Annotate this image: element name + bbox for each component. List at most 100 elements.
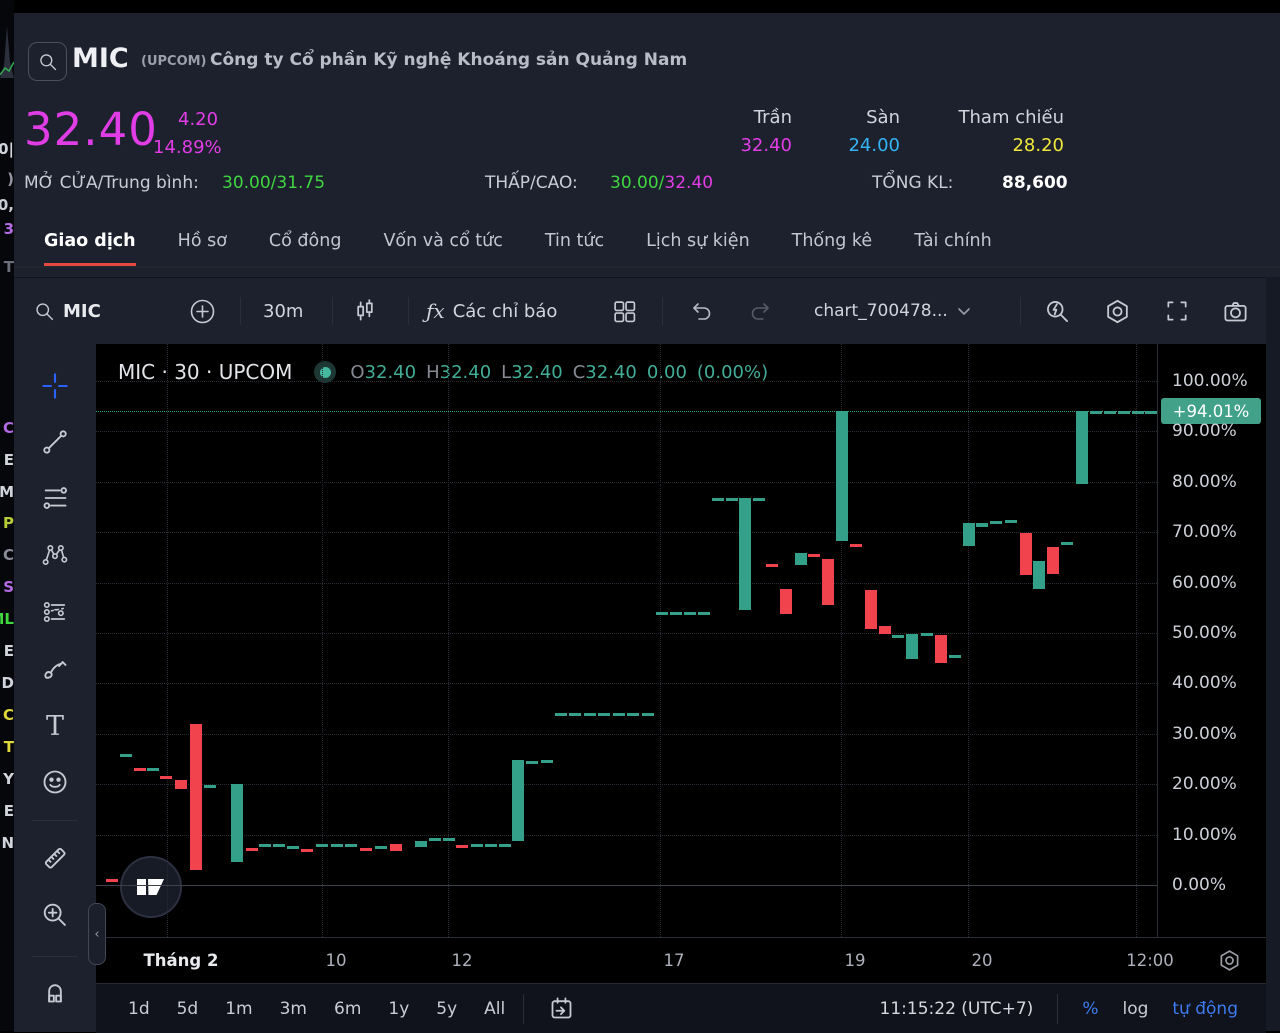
ceiling-label: Trần	[672, 107, 792, 128]
chart-plot-area[interactable]: MIC · 30 · UPCOM O32.40H32.40L32.40C32.4…	[96, 344, 1157, 937]
brush-tool[interactable]	[41, 655, 69, 683]
fib-retracement-tool[interactable]	[41, 484, 69, 512]
open-avg-label: MỞ CỬA/Trung bình:	[24, 173, 199, 193]
candle	[301, 849, 313, 852]
layout-grid-button[interactable]	[612, 278, 637, 344]
ceiling-value: 32.40	[672, 135, 792, 156]
candle	[584, 713, 596, 716]
chart-bottom-bar: 1d 5d 1m 3m 6m 1y 5y All 11:15:22 (UTC+7) % log…	[96, 983, 1266, 1033]
current-price-badge: +94.01%	[1161, 398, 1261, 424]
chart-toolbar: MIC 30m ƒx Các chỉ báo	[14, 278, 1266, 344]
h-gridline	[96, 835, 1157, 836]
sidebar-collapse-handle[interactable]: ‹	[88, 903, 106, 965]
crosshair-tool[interactable]	[41, 372, 69, 400]
range-button-5d[interactable]: 5d	[177, 999, 199, 1019]
tab-Giao dịch[interactable]: Giao dịch	[44, 223, 136, 266]
emoji-tool[interactable]	[41, 768, 69, 796]
time-axis-settings-button[interactable]	[1217, 948, 1242, 977]
chart-layout-name-button[interactable]: chart_700478...	[814, 278, 972, 344]
range-button-All[interactable]: All	[484, 999, 505, 1019]
time-axis[interactable]: Tháng 2101217192012:00	[96, 937, 1266, 984]
go-to-date-button[interactable]	[548, 995, 575, 1026]
prediction-tool[interactable]	[41, 598, 69, 626]
toolbar-separator	[662, 297, 663, 325]
toolbar-symbol-button[interactable]: MIC	[34, 278, 101, 344]
zoom-in-tool[interactable]	[41, 901, 69, 929]
candle	[134, 768, 146, 771]
candle	[739, 498, 751, 610]
fullscreen-button[interactable]	[1164, 278, 1190, 344]
interval-label: 30m	[263, 301, 303, 322]
range-button-1m[interactable]: 1m	[225, 999, 252, 1019]
symbol-search-button[interactable]	[28, 42, 67, 81]
toolbar-separator	[408, 297, 409, 325]
market-status-dot[interactable]	[314, 361, 336, 383]
tab-Vốn và cổ tức[interactable]: Vốn và cổ tức	[383, 223, 502, 266]
candle	[1033, 561, 1045, 589]
cutoff-watchlist-text: Y	[3, 770, 14, 788]
price-axis-label: 50.00%	[1172, 623, 1237, 643]
tradingview-watermark-logo[interactable]	[120, 856, 182, 918]
price-axis-label: 100.00%	[1172, 371, 1248, 391]
low-high-label: THẤP/CAO:	[485, 173, 578, 193]
tab-Hồ sơ[interactable]: Hồ sơ	[178, 223, 227, 266]
v-gridline	[968, 344, 969, 937]
redo-button[interactable]	[748, 278, 774, 344]
quick-search-button[interactable]	[1044, 278, 1071, 344]
volume-value: 88,600	[1002, 173, 1068, 193]
chart-widget: MIC 30m ƒx Các chỉ báo	[14, 277, 1266, 1032]
tab-Tài chính[interactable]: Tài chính	[914, 223, 992, 266]
compare-add-button[interactable]	[189, 278, 216, 344]
text-tool[interactable]: T	[41, 712, 69, 740]
symbol-name: MIC	[72, 43, 129, 74]
chart-style-button[interactable]	[352, 278, 378, 344]
log-scale-button[interactable]: log	[1122, 999, 1148, 1019]
tab-Thống kê[interactable]: Thống kê	[792, 223, 873, 266]
open-avg-value: 30.00/31.75	[222, 173, 325, 193]
price-axis-label: 70.00%	[1172, 522, 1237, 542]
indicators-button[interactable]: ƒx Các chỉ báo	[426, 278, 557, 344]
trend-line-tool[interactable]	[41, 428, 69, 456]
undo-button[interactable]	[688, 278, 714, 344]
mini-sparkline	[0, 18, 14, 78]
undo-icon	[688, 299, 714, 323]
percent-scale-button[interactable]: %	[1082, 999, 1098, 1019]
tab-Lịch sự kiện[interactable]: Lịch sự kiện	[646, 223, 750, 266]
fx-icon: ƒx	[426, 299, 445, 323]
range-button-1y[interactable]: 1y	[388, 999, 409, 1019]
settings-button[interactable]	[1104, 278, 1131, 344]
candle	[175, 780, 187, 789]
interval-button[interactable]: 30m	[263, 278, 303, 344]
range-button-6m[interactable]: 6m	[334, 999, 361, 1019]
candle	[231, 784, 243, 862]
range-button-1d[interactable]: 1d	[128, 999, 150, 1019]
price-axis-label: 10.00%	[1172, 825, 1237, 845]
candlestick-icon	[352, 298, 378, 324]
measure-tool[interactable]	[41, 844, 69, 872]
price-axis[interactable]: +94.01% 100.00%90.00%80.00%70.00%60.00%5…	[1157, 344, 1267, 937]
calendar-goto-icon	[548, 995, 575, 1022]
company-name: Công ty Cổ phần Kỹ nghệ Khoáng sản Quảng…	[210, 50, 687, 70]
floor-label: Sàn	[810, 107, 900, 128]
tab-Tin tức[interactable]: Tin tức	[545, 223, 604, 266]
price-axis-label: 30.00%	[1172, 724, 1237, 744]
range-button-3m[interactable]: 3m	[280, 999, 307, 1019]
candle	[963, 523, 975, 546]
price-change: 4.20	[178, 109, 218, 130]
drawing-toolbar: T	[14, 344, 96, 1032]
auto-scale-button[interactable]: tự động	[1172, 999, 1238, 1019]
price-axis-label: 40.00%	[1172, 673, 1237, 693]
range-button-5y[interactable]: 5y	[436, 999, 457, 1019]
price-change-pct: 14.89%	[153, 137, 222, 158]
tab-Cổ đông[interactable]: Cổ đông	[269, 223, 342, 266]
toolbar-divider	[32, 820, 78, 821]
magnet-tool[interactable]	[41, 977, 69, 1005]
candle	[892, 635, 904, 638]
session-clock[interactable]: 11:15:22 (UTC+7)	[880, 999, 1034, 1019]
xabcd-pattern-tool[interactable]	[41, 541, 69, 569]
bottom-right-controls: 11:15:22 (UTC+7) % log tự động	[880, 984, 1238, 1033]
snapshot-button[interactable]	[1222, 278, 1249, 344]
indicators-label: Các chỉ báo	[453, 301, 558, 322]
candle	[850, 544, 862, 547]
h-gridline	[96, 683, 1157, 684]
